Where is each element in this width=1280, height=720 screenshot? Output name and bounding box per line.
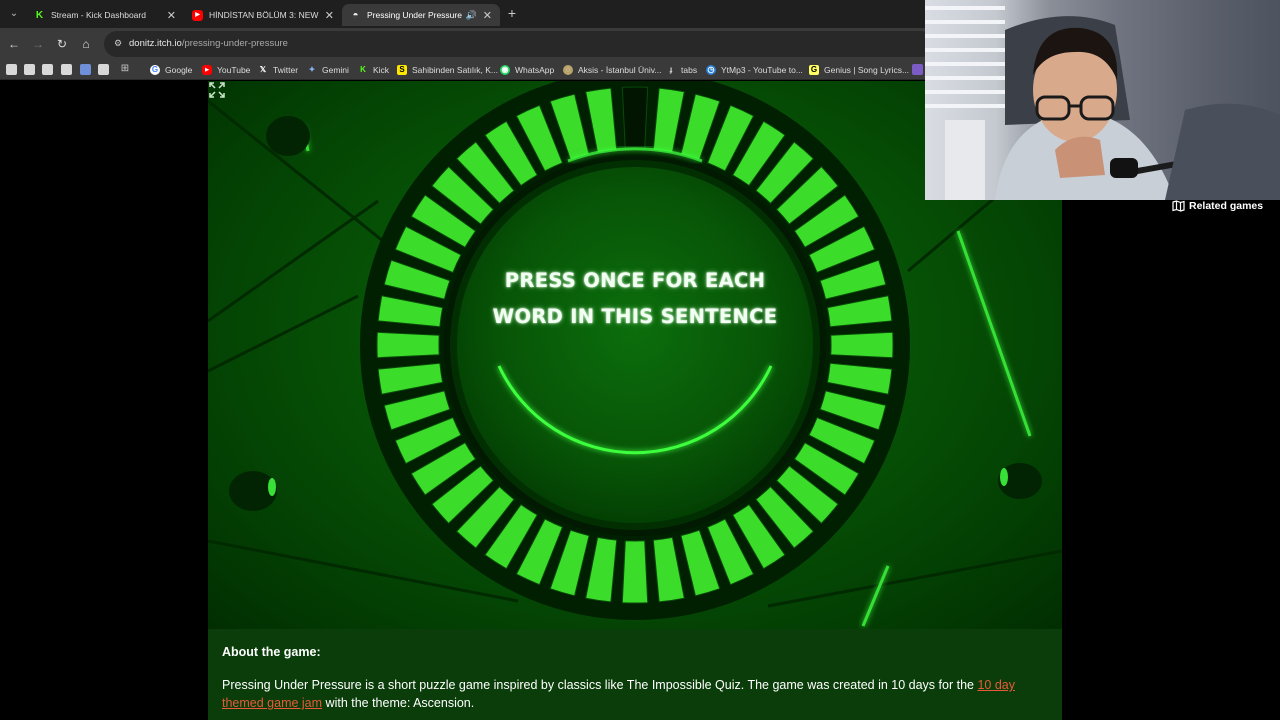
webcam-scene xyxy=(925,6,1280,200)
ring-segment-lit xyxy=(621,540,649,604)
forward-icon[interactable]: → xyxy=(30,36,46,52)
university-icon: ◌ xyxy=(563,65,573,75)
bookmark-label: tabs xyxy=(681,65,698,75)
google-icon: G xyxy=(150,65,160,75)
bookmark-label: WhatsApp xyxy=(515,65,555,75)
bookmark-folder-icon[interactable] xyxy=(42,64,53,75)
bookmark-youtube[interactable]: ▶ YouTube xyxy=(202,63,250,77)
about-section: About the game: Pressing Under Pressure … xyxy=(208,629,1062,720)
url-path: /pressing-under-pressure xyxy=(181,38,288,49)
bookmark-google[interactable]: G Google xyxy=(150,63,192,77)
bookmark-ytmp3[interactable]: ◷ YtMp3 - YouTube to... xyxy=(706,63,803,77)
youtube-icon: ▶ xyxy=(202,65,212,75)
bookmark-label: YtMp3 - YouTube to... xyxy=(721,65,803,75)
tab-search-chevron-icon[interactable]: ⌄ xyxy=(6,6,22,22)
bookmark-folder-icon[interactable] xyxy=(6,64,17,75)
close-tab-icon[interactable]: ✕ xyxy=(325,9,334,22)
game-prompt-text: PRESS ONCE FOR EACH WORD IN THIS SENTENC… xyxy=(465,263,805,335)
url-domain: donitz.itch.io xyxy=(129,38,182,49)
bookmark-label: Genius | Song Lyrics... xyxy=(824,65,910,75)
bookmark-label: Gemini xyxy=(322,65,349,75)
home-icon[interactable]: ⌂ xyxy=(78,36,94,52)
tab-youtube-video[interactable]: ▶ HİNDİSTAN BÖLÜM 3: NEW DE ✕ xyxy=(184,4,342,26)
radiator xyxy=(945,120,985,200)
new-tab-button[interactable]: + xyxy=(505,6,519,20)
tab-pressing-under-pressure[interactable]: ◓ Pressing Under Pressure by 🔊 ✕ xyxy=(342,4,500,26)
url-text[interactable]: donitz.itch.io/pressing-under-pressure xyxy=(129,38,288,49)
bookmark-folder-icon[interactable] xyxy=(24,64,35,75)
bookmark-whatsapp[interactable]: ◉ WhatsApp xyxy=(500,63,554,77)
genius-icon: G xyxy=(809,65,819,75)
bookmark-folder-icon[interactable] xyxy=(98,64,109,75)
bookmark-label: YouTube xyxy=(217,65,251,75)
bookmark-label: Aksis - İstanbul Üniv... xyxy=(578,65,662,75)
bed xyxy=(1165,103,1280,200)
sahibinden-icon: S xyxy=(397,65,407,75)
kick-icon: K xyxy=(360,65,366,74)
bookmark-tabs[interactable]: ɟ tabs xyxy=(666,63,697,77)
x-icon: 𝕏 xyxy=(259,65,267,74)
speaker-icon[interactable]: 🔊 xyxy=(466,10,477,21)
about-description: Pressing Under Pressure is a short puzzl… xyxy=(222,676,1048,712)
ytmp3-icon: ◷ xyxy=(706,65,716,75)
about-heading: About the game: xyxy=(222,645,321,659)
webcam-overlay xyxy=(925,0,1280,200)
url-bar[interactable]: ⚙ donitz.itch.io/pressing-under-pressure xyxy=(104,31,934,57)
bookmark-label: Twitter xyxy=(273,65,299,75)
bookmark-label: Google xyxy=(165,65,193,75)
tab-title: Stream - Kick Dashboard xyxy=(51,10,146,20)
bookmark-label: Kick xyxy=(373,65,390,75)
bookmark-folder-icon[interactable] xyxy=(61,64,72,75)
map-icon xyxy=(1172,200,1185,212)
youtube-icon: ▶ xyxy=(192,9,203,21)
bookmark-folder-icon[interactable] xyxy=(80,64,91,75)
window-blinds xyxy=(925,6,1005,108)
whatsapp-icon: ◉ xyxy=(500,65,510,75)
tab-title: HİNDİSTAN BÖLÜM 3: NEW DE xyxy=(209,10,319,20)
gemini-icon: ✦ xyxy=(308,65,316,74)
related-games-label: Related games xyxy=(1189,200,1264,212)
tab-kick-dashboard[interactable]: K Stream - Kick Dashboard ✕ xyxy=(26,4,184,26)
bookmark-aksis[interactable]: ◌ Aksis - İstanbul Üniv... xyxy=(563,63,661,77)
bookmark-twitter[interactable]: 𝕏 Twitter xyxy=(258,63,298,77)
ring-segment-lit xyxy=(830,331,894,359)
site-info-icon[interactable]: ⚙ xyxy=(112,37,124,49)
close-tab-icon[interactable]: ✕ xyxy=(167,9,176,22)
press-button[interactable] xyxy=(457,167,813,523)
ring-segment-unlit xyxy=(621,86,649,150)
prompt-line-1: PRESS ONCE FOR EACH xyxy=(504,269,766,292)
bookmark-genius[interactable]: G Genius | Song Lyrics... xyxy=(809,63,909,77)
fullscreen-icon[interactable] xyxy=(208,81,226,99)
kick-icon: K xyxy=(35,9,44,21)
itch-icon: ◓ xyxy=(352,9,359,21)
bookmark-gemini[interactable]: ✦ Gemini xyxy=(307,63,349,77)
about-text-part: Pressing Under Pressure is a short puzzl… xyxy=(222,678,978,692)
bookmark-kick[interactable]: K Kick xyxy=(358,63,389,77)
close-tab-icon[interactable]: ✕ xyxy=(483,9,492,22)
guitar-icon: ɟ xyxy=(669,65,673,74)
ring-segment-lit xyxy=(376,331,440,359)
apps-grid-icon[interactable]: ⊞ xyxy=(119,63,131,75)
bookmark-label: Sahibinden Satılık, K... xyxy=(412,65,498,75)
bookmark-sahibinden[interactable]: S Sahibinden Satılık, K... xyxy=(397,63,498,77)
tab-title: Pressing Under Pressure by xyxy=(367,10,462,20)
bookmark-overflow-icon[interactable] xyxy=(912,64,923,75)
related-games-button[interactable]: Related games xyxy=(1172,198,1263,214)
about-text-part: with the theme: Ascension. xyxy=(322,696,475,710)
reload-icon[interactable]: ↻ xyxy=(54,36,70,52)
back-icon[interactable]: ← xyxy=(6,36,22,52)
prompt-line-2: WORD IN THIS SENTENCE xyxy=(492,305,778,328)
